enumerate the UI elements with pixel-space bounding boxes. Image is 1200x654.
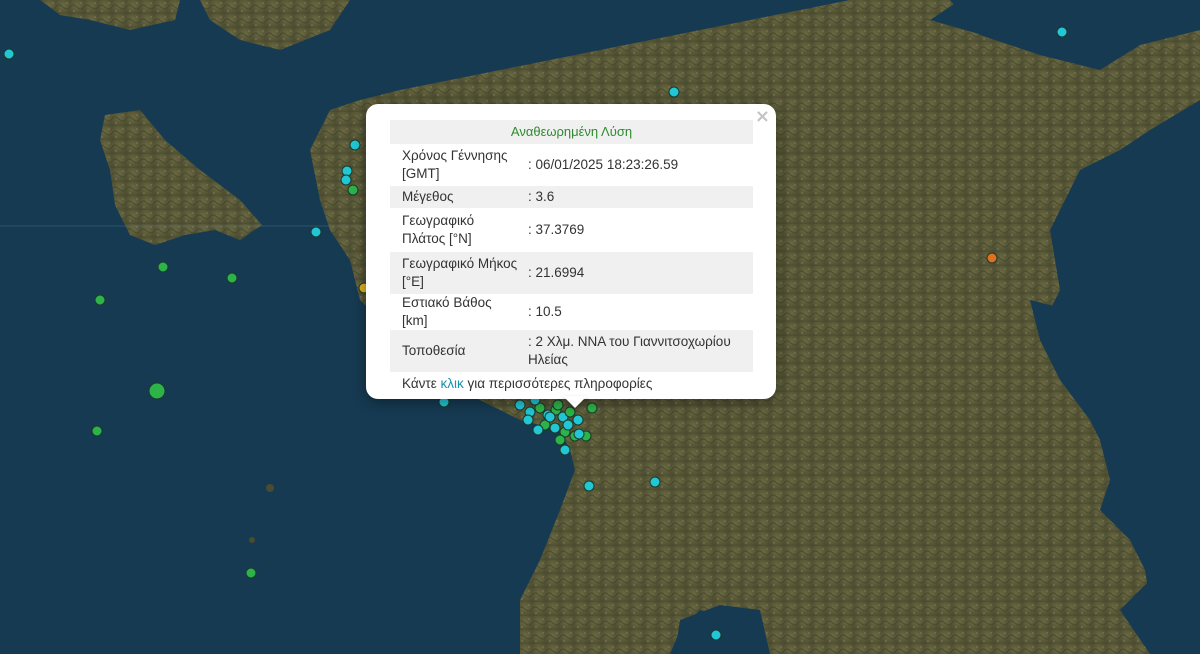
earthquake-marker[interactable]	[349, 139, 361, 151]
islet	[249, 537, 255, 543]
more-info-link[interactable]: κλικ	[441, 376, 464, 391]
earthquake-marker[interactable]	[226, 272, 238, 284]
earthquake-marker[interactable]	[91, 425, 103, 437]
earthquake-popup: × Αναθεωρημένη Λύση Χρόνος Γέννησης [GMT…	[366, 104, 776, 399]
table-row: Χρόνος Γέννησης [GMT] : 06/01/2025 18:23…	[390, 144, 753, 186]
earthquake-marker[interactable]	[544, 411, 556, 423]
more-info-text: Κάντε κλικ για περισσότερες πληροφορίες	[390, 374, 752, 394]
earthquake-marker[interactable]	[94, 294, 106, 306]
table-row: Μέγεθος : 3.6	[390, 186, 753, 208]
earthquake-marker[interactable]	[157, 261, 169, 273]
row-key: Γεωγραφικό Μήκος [°E]	[390, 252, 524, 294]
earthquake-marker[interactable]	[522, 414, 534, 426]
row-value: : 3.6	[524, 186, 753, 208]
row-key: Μέγεθος	[390, 186, 524, 208]
row-key: Τοποθεσία	[390, 330, 524, 372]
earthquake-marker[interactable]	[668, 86, 680, 98]
table-row: Γεωγραφικό Μήκος [°E] : 21.6994	[390, 252, 753, 294]
earthquake-marker[interactable]	[552, 399, 564, 411]
table-row: Γεωγραφικό Πλάτος [°N] : 37.3769	[390, 208, 753, 252]
popup-title: Αναθεωρημένη Λύση	[390, 120, 753, 144]
earthquake-marker[interactable]	[586, 402, 598, 414]
row-value: : 10.5	[528, 304, 562, 319]
earthquake-marker[interactable]	[986, 252, 998, 264]
table-row: Τοποθεσία : 2 Χλμ. ΝΝΑ του Γιαννιτσοχωρί…	[390, 330, 753, 372]
row-key: Χρόνος Γέννησης [GMT]	[402, 148, 508, 181]
more-prefix: Κάντε	[402, 376, 441, 391]
earthquake-marker[interactable]	[649, 476, 661, 488]
row-value: : 37.3769	[528, 222, 585, 237]
earthquake-marker[interactable]	[532, 424, 544, 436]
info-table: Χρόνος Γέννησης [GMT] : 06/01/2025 18:23…	[390, 144, 753, 372]
earthquake-marker[interactable]	[310, 226, 322, 238]
row-key: Γεωγραφικό Πλάτος [°N]	[402, 213, 475, 246]
earthquake-marker[interactable]	[710, 629, 722, 641]
islet	[266, 484, 274, 492]
earthquake-marker[interactable]	[572, 414, 584, 426]
earthquake-marker[interactable]	[245, 567, 257, 579]
row-value: : 21.6994	[524, 252, 753, 294]
earthquake-marker[interactable]	[573, 428, 585, 440]
earthquake-marker[interactable]	[562, 419, 574, 431]
table-row: Εστιακό Βάθος [km] : 10.5	[390, 294, 753, 330]
earthquake-marker[interactable]	[341, 165, 353, 177]
earthquake-marker[interactable]	[554, 434, 566, 446]
earthquake-marker[interactable]	[549, 422, 561, 434]
row-value: : 06/01/2025 18:23:26.59	[528, 157, 679, 172]
earthquake-marker[interactable]	[340, 174, 352, 186]
popup-tip	[563, 396, 587, 408]
earthquake-marker[interactable]	[347, 184, 359, 196]
more-suffix: για περισσότερες πληροφορίες	[463, 376, 653, 391]
earthquake-marker[interactable]	[514, 399, 526, 411]
close-icon[interactable]: ×	[755, 108, 770, 126]
earthquake-marker[interactable]	[583, 480, 595, 492]
row-value: : 2 Χλμ. ΝΝΑ του Γιαννιτσοχωρίου Ηλείας	[524, 330, 753, 372]
earthquake-marker[interactable]	[559, 444, 571, 456]
earthquake-marker[interactable]	[1056, 26, 1068, 38]
earthquake-marker[interactable]	[564, 406, 576, 418]
earthquake-marker[interactable]	[3, 48, 15, 60]
row-key: Εστιακό Βάθος [km]	[402, 295, 492, 328]
earthquake-marker[interactable]	[148, 382, 166, 400]
